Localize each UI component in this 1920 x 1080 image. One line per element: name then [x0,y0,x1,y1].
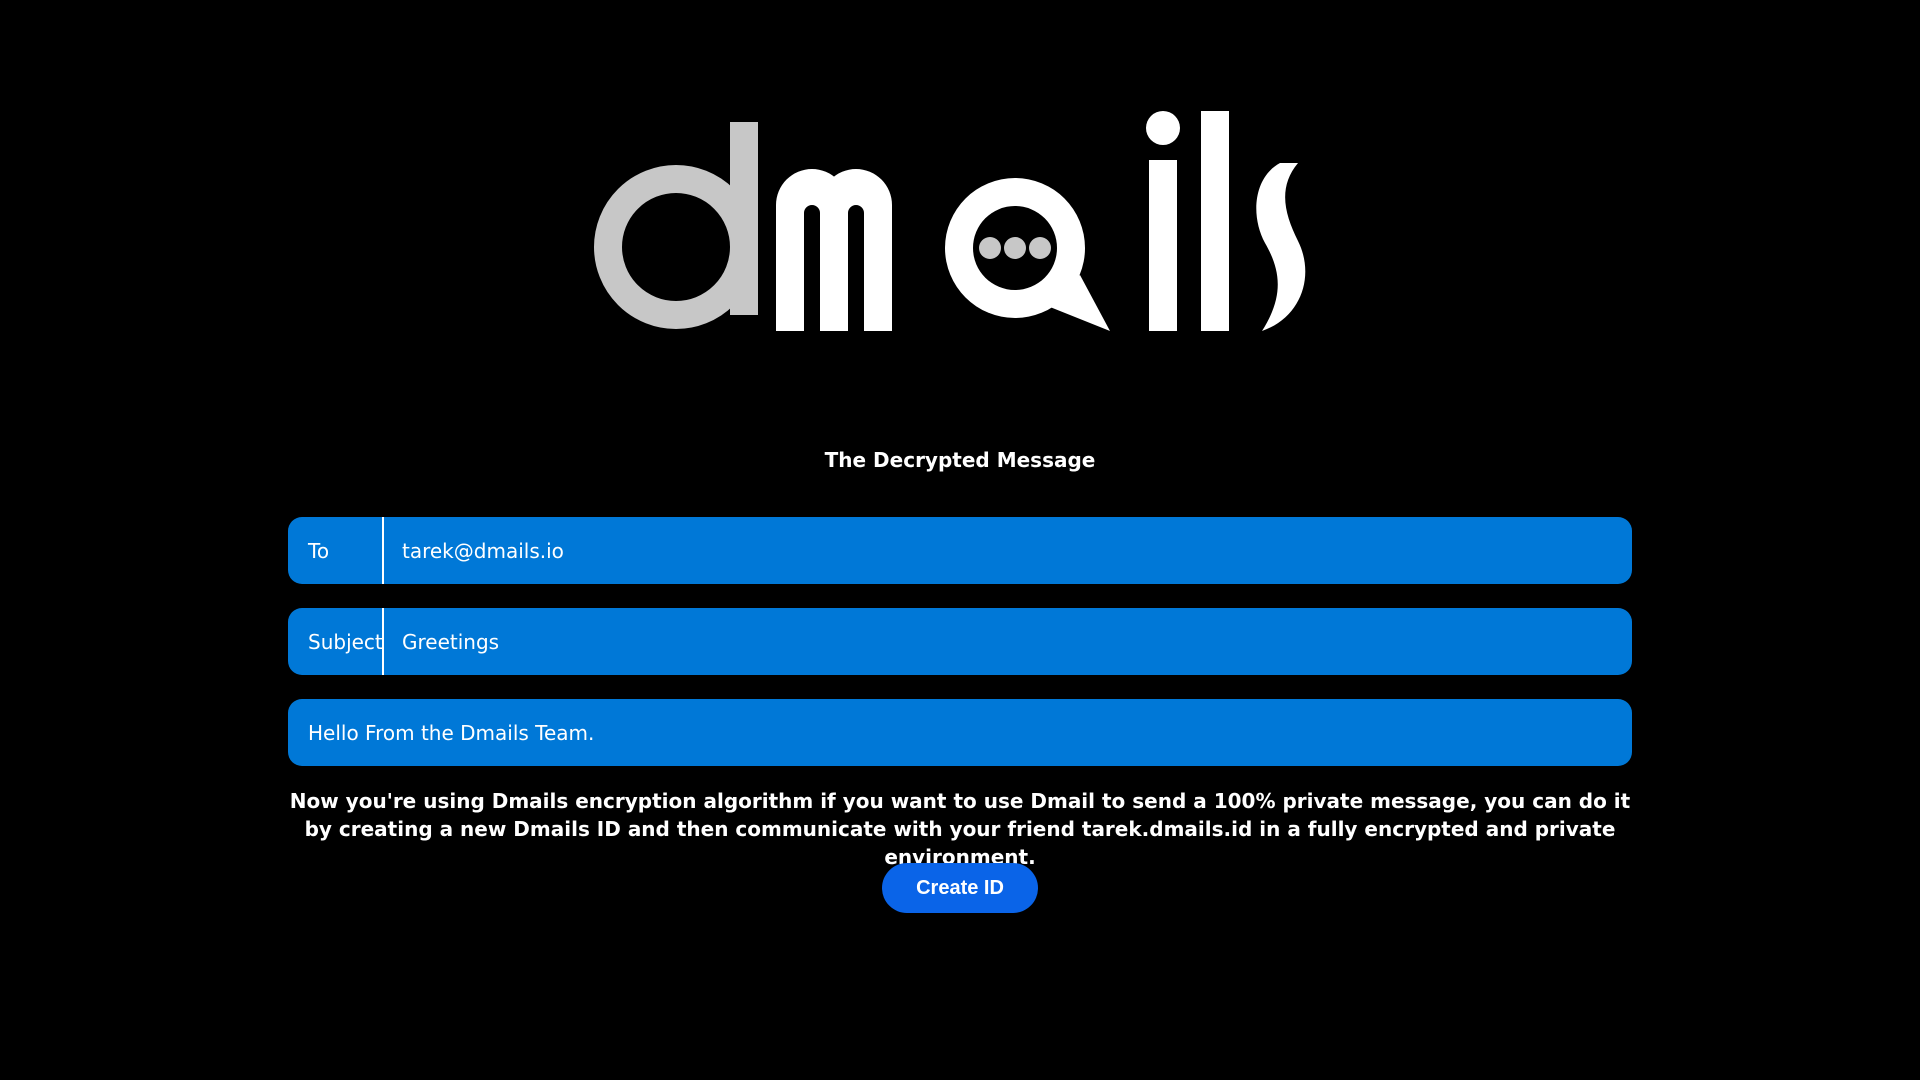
logo-letter-m [776,169,892,331]
to-label: To [288,517,384,584]
dmails-logo [590,105,1310,345]
page-title: The Decrypted Message [824,448,1096,472]
logo-letter-d [594,122,758,329]
subject-label: Subject [288,608,384,675]
logo-letter-a-bubble [945,178,1110,331]
create-id-button[interactable]: Create ID [882,863,1038,913]
logo-letter-l [1201,111,1229,331]
encryption-notice: Now you're using Dmails encryption algor… [289,789,1631,869]
logo-letter-s [1256,163,1306,331]
to-value[interactable]: tarek@dmails.io [384,539,564,563]
subject-value[interactable]: Greetings [384,630,499,654]
decrypted-message-page: The Decrypted Message To tarek@dmails.io… [0,0,1920,1080]
subject-field[interactable]: Subject Greetings [288,608,1632,675]
message-body-field[interactable]: Hello From the Dmails Team. [288,699,1632,766]
message-body-text[interactable]: Hello From the Dmails Team. [288,721,594,745]
logo-letter-i [1146,111,1180,331]
to-field[interactable]: To tarek@dmails.io [288,517,1632,584]
